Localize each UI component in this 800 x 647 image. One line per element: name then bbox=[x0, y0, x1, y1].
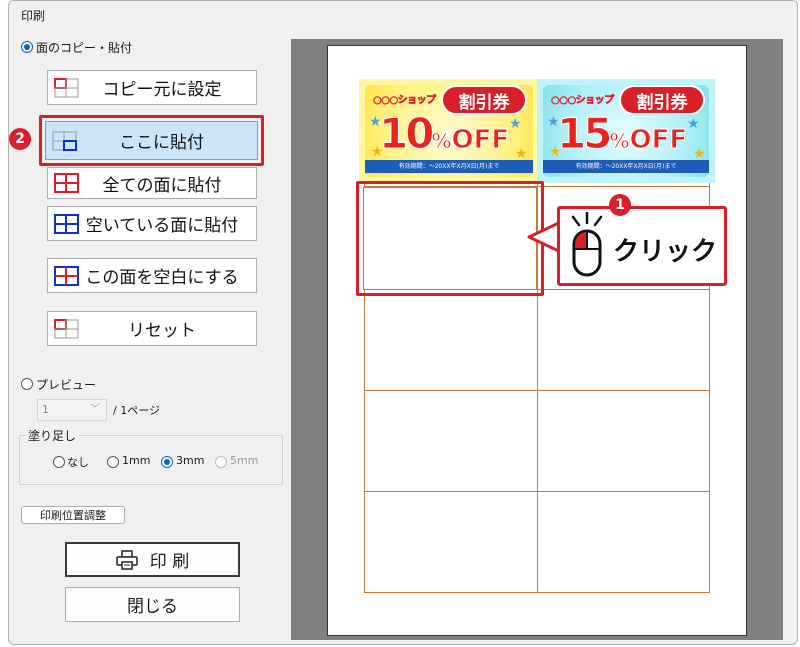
printer-icon bbox=[116, 549, 138, 570]
print-button[interactable]: 印 刷 bbox=[65, 542, 240, 577]
reset-label: リセット bbox=[128, 321, 196, 341]
grid-blank-icon bbox=[54, 265, 80, 286]
target-cell[interactable] bbox=[363, 187, 537, 290]
bleed-none-label: なし bbox=[67, 456, 89, 469]
bleed-3mm-radio[interactable] bbox=[161, 456, 173, 468]
print-label: 印 刷 bbox=[149, 552, 190, 572]
star-icon: ★ bbox=[509, 116, 522, 132]
shop-name: ○○○ショップ bbox=[551, 95, 615, 107]
window-title: 印刷 bbox=[21, 9, 46, 23]
validity-ribbon: 有効期間：〜20XX年X月X日(月)まで bbox=[543, 160, 709, 173]
mouse-icon bbox=[567, 211, 607, 281]
page-select[interactable]: 1 ﹀ bbox=[37, 399, 107, 421]
grid-source-icon bbox=[54, 77, 80, 98]
discount-badge: 割引券 bbox=[619, 85, 705, 115]
preview-label: プレビュー bbox=[36, 378, 97, 392]
paste-all-label: 全ての面に貼付 bbox=[102, 175, 222, 196]
set-source-button[interactable]: コピー元に設定 bbox=[47, 70, 257, 105]
coupon-15-off[interactable]: ★ ★ ★ ★ ○○○ショップ 割引券 15%OFF 有効期間：〜20XX年X月… bbox=[537, 79, 715, 183]
bleed-3mm-label: 3mm bbox=[176, 454, 205, 467]
reset-button[interactable]: リセット bbox=[47, 311, 257, 346]
paste-here-button[interactable]: ここに貼付 bbox=[45, 121, 258, 160]
grid-cell[interactable] bbox=[364, 289, 538, 391]
paste-here-label: ここに貼付 bbox=[119, 133, 204, 153]
discount-badge: 割引券 bbox=[441, 85, 527, 115]
step-one-badge: 1 bbox=[609, 194, 631, 216]
blank-face-label: この面を空白にする bbox=[85, 268, 239, 288]
bleed-none-radio[interactable] bbox=[53, 456, 65, 468]
grid-cell[interactable] bbox=[364, 390, 538, 492]
grid-cell[interactable] bbox=[537, 491, 710, 593]
bleed-5mm-radio[interactable] bbox=[215, 456, 227, 468]
bleed-title: 塗り足し bbox=[25, 427, 80, 444]
star-icon: ★ bbox=[693, 146, 706, 162]
grid-reset-icon bbox=[54, 318, 80, 339]
copy-paste-label: 面のコピー・貼付 bbox=[36, 41, 133, 55]
step-two-badge: 2 bbox=[9, 128, 31, 150]
preview-radio[interactable] bbox=[21, 378, 33, 390]
grid-cell[interactable] bbox=[537, 390, 710, 492]
validity-ribbon: 有効期間：〜20XX年X月X日(月)まで bbox=[365, 160, 533, 173]
grid-paste-icon bbox=[52, 131, 78, 151]
bleed-5mm-label: 5mm bbox=[230, 454, 259, 467]
print-dialog: 印刷 面のコピー・貼付 コピー元に設定 ここに貼付 2 全ての面に貼付 空いてい… bbox=[8, 0, 798, 645]
shop-name: ○○○ショップ bbox=[373, 95, 437, 107]
page-count-label: / 1ページ bbox=[113, 404, 160, 417]
close-button[interactable]: 閉じる bbox=[65, 587, 240, 622]
discount-value: 10%OFF bbox=[378, 109, 510, 158]
star-icon: ★ bbox=[687, 116, 700, 132]
discount-value: 15%OFF bbox=[556, 109, 688, 158]
grid-empty-icon bbox=[54, 213, 80, 234]
paste-empty-label: 空いている面に貼付 bbox=[85, 216, 239, 236]
page-select-value: 1 bbox=[42, 403, 49, 416]
star-icon: ★ bbox=[515, 146, 528, 162]
paste-all-button[interactable]: 全ての面に貼付 bbox=[47, 167, 257, 199]
bleed-1mm-label: 1mm bbox=[122, 454, 151, 467]
coupon-10-off[interactable]: ★ ★ ★ ★ ○○○ショップ 割引券 10%OFF 有効期間：〜20XX年X月… bbox=[359, 79, 539, 183]
grid-all-icon bbox=[54, 173, 80, 193]
copy-paste-radio[interactable] bbox=[21, 41, 33, 53]
blank-face-button[interactable]: この面を空白にする bbox=[47, 258, 257, 293]
grid-cell[interactable] bbox=[364, 491, 538, 593]
paste-empty-button[interactable]: 空いている面に貼付 bbox=[47, 206, 257, 241]
chevron-down-icon: ﹀ bbox=[90, 404, 100, 415]
set-source-label: コピー元に設定 bbox=[102, 80, 222, 100]
click-callout-text: クリック bbox=[613, 237, 718, 267]
bleed-1mm-radio[interactable] bbox=[107, 456, 119, 468]
position-adjust-button[interactable]: 印刷位置調整 bbox=[21, 506, 125, 524]
grid-cell[interactable] bbox=[537, 289, 710, 391]
